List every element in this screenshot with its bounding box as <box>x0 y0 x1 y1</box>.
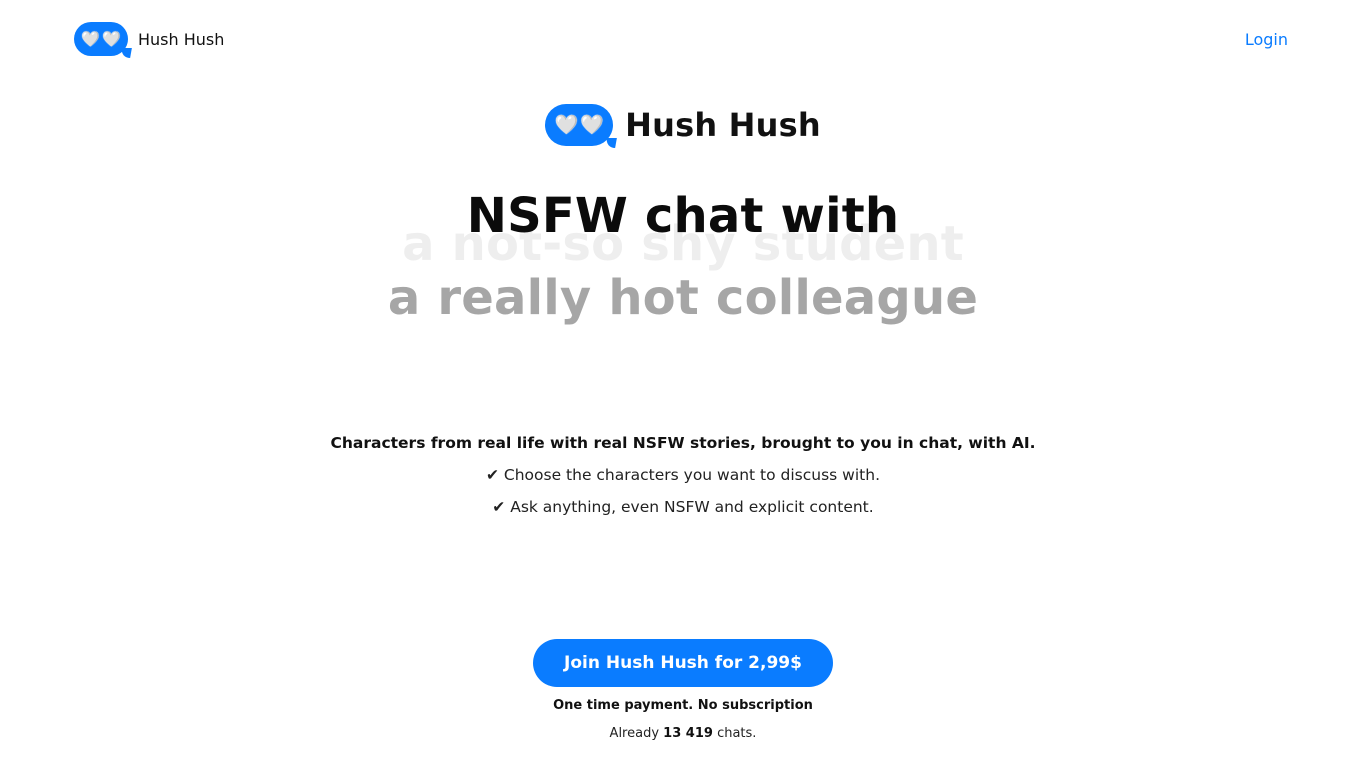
heart-icon: 🤍 <box>81 29 100 48</box>
feature-item: ✔ Ask anything, even NSFW and explicit c… <box>492 498 874 516</box>
feature-item: ✔ Choose the characters you want to disc… <box>485 466 880 484</box>
rotating-text-current: a really hot colleague <box>387 270 979 326</box>
chat-count-value: 13 419 <box>663 726 713 741</box>
chat-count-suffix: chats. <box>717 726 757 741</box>
login-link[interactable]: Login <box>1245 30 1288 49</box>
join-button[interactable]: Join Hush Hush for 2,99$ <box>533 639 833 687</box>
description-lead: Characters from real life with real NSFW… <box>330 434 1036 452</box>
heart-icon: 🤍 <box>580 113 604 136</box>
hero-brand-name: Hush Hush <box>625 106 821 144</box>
heart-icon: 🤍 <box>554 113 579 136</box>
hero-description: Characters from real life with real NSFW… <box>0 432 1366 518</box>
chat-count-prefix: Already <box>609 726 660 741</box>
heart-icon: 🤍 <box>102 29 121 48</box>
header-brand[interactable]: 🤍 🤍 Hush Hush <box>74 22 224 56</box>
payment-note: One time payment. No subscription <box>553 698 813 713</box>
chat-bubble-hearts-icon: 🤍 🤍 <box>545 104 614 146</box>
chat-bubble-hearts-icon: 🤍 🤍 <box>74 22 128 56</box>
top-navigation-bar: 🤍 🤍 Hush Hush Login <box>0 0 1366 80</box>
header-brand-name: Hush Hush <box>138 29 225 49</box>
chat-count: Already 13 419 chats. <box>0 726 1366 741</box>
hero-headline: NSFW chat with <box>466 188 900 244</box>
hero-brand: 🤍 🤍 Hush Hush <box>0 104 1366 146</box>
